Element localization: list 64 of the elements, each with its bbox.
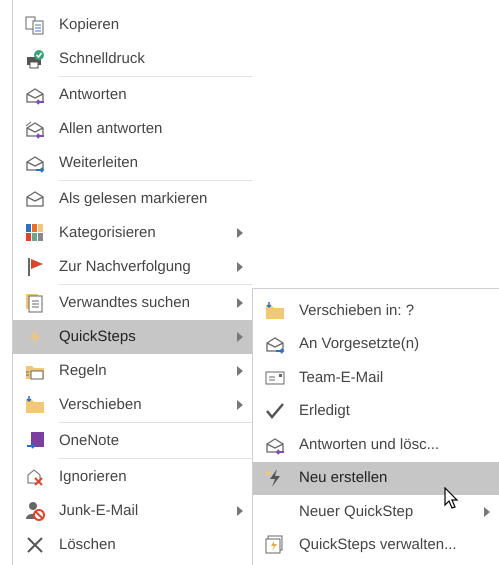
menu-item-label: Verschieben in: ? xyxy=(298,300,416,320)
menu-item[interactable]: Schnelldruck xyxy=(13,42,252,76)
menu-item[interactable]: Antworten xyxy=(13,78,252,112)
printer-icon xyxy=(25,49,45,69)
menu-item[interactable]: Verschieben in: ? xyxy=(253,294,499,328)
menu-item-label: Neuer QuickStep xyxy=(298,502,414,522)
menu-item[interactable]: Verschieben xyxy=(13,388,252,422)
menu-item-label: Verschieben xyxy=(58,394,143,415)
menu-item[interactable]: Kategorisieren xyxy=(13,216,252,250)
menu-item[interactable]: Junk-E-Mail xyxy=(13,494,252,528)
menu-item[interactable]: Antworten und lösc... xyxy=(253,428,499,462)
menu-item-label: Schnelldruck xyxy=(58,48,146,69)
menu-item-label: Verwandtes suchen xyxy=(58,292,191,313)
menu-item-label: Regeln xyxy=(58,360,108,381)
menu-item[interactable]: Allen antworten xyxy=(13,112,252,146)
menu-item-label: Weiterleiten xyxy=(58,152,139,173)
quicksteps-icon xyxy=(265,535,285,556)
checkmark-icon xyxy=(265,401,285,422)
ignore-icon xyxy=(25,467,45,487)
menu-item[interactable]: Erledigt xyxy=(253,394,499,428)
menu-item[interactable]: Kopieren xyxy=(13,8,252,42)
copy-icon xyxy=(25,15,45,35)
menu-item-label: Erledigt xyxy=(298,401,351,421)
menu-item-label: Ignorieren xyxy=(58,466,128,487)
menu-item-label: An Vorgesetzte(n) xyxy=(298,334,420,354)
menu-item-label: OneNote xyxy=(58,430,120,451)
menu-item-label: Antworten xyxy=(58,84,128,105)
menu-item-label: QuickSteps xyxy=(58,326,137,347)
blocked-user-icon xyxy=(25,501,45,521)
menu-item-label: Als gelesen markieren xyxy=(58,188,208,209)
menu-item-label: Allen antworten xyxy=(58,118,164,139)
menu-item[interactable]: OneNote xyxy=(13,424,252,458)
envelope-icon xyxy=(25,189,45,209)
menu-item[interactable]: Team-E-Mail xyxy=(253,361,499,394)
menu-item-label: QuickSteps verwalten... xyxy=(298,535,458,555)
menu-item-label: Antworten und lösc... xyxy=(298,434,440,454)
mouse-cursor-icon xyxy=(444,487,460,511)
menu-item[interactable]: QuickSteps verwalten... xyxy=(253,528,499,562)
move-folder-icon xyxy=(265,300,285,321)
menu-item-label: Löschen xyxy=(58,534,117,555)
reply-all-icon xyxy=(25,119,45,139)
menu-item[interactable]: Regeln xyxy=(13,354,252,388)
menu-item-label: Junk-E-Mail xyxy=(58,500,140,521)
menu-item[interactable]: Verwandtes suchen xyxy=(13,286,252,320)
move-folder-icon xyxy=(25,395,45,415)
menu-item[interactable]: Als gelesen markieren xyxy=(13,182,252,216)
menu-item[interactable]: Neuer QuickStep xyxy=(253,495,499,528)
color-grid-icon xyxy=(25,223,45,243)
menu-item[interactable]: Weiterleiten xyxy=(13,146,252,180)
menu-item[interactable]: Löschen xyxy=(13,528,252,562)
menu-item[interactable]: QuickSteps xyxy=(13,320,252,354)
menu-item-label: Team-E-Mail xyxy=(298,368,384,388)
menu-item[interactable]: Neu erstellen xyxy=(253,462,499,495)
menu-item[interactable]: Zur Nachverfolgung xyxy=(13,250,252,284)
menu-item-label: Zur Nachverfolgung xyxy=(58,256,192,277)
menu-item-label: Kopieren xyxy=(58,14,120,35)
notebook-icon xyxy=(25,431,45,451)
delete-icon xyxy=(25,535,45,555)
menu-item[interactable]: An Vorgesetzte(n) xyxy=(253,328,499,361)
document-icon xyxy=(25,293,45,313)
flag-icon xyxy=(25,257,45,277)
menu-item[interactable]: Ignorieren xyxy=(13,460,252,494)
menu-item-label: Kategorisieren xyxy=(58,222,157,243)
menu-item-label: Neu erstellen xyxy=(298,468,388,488)
